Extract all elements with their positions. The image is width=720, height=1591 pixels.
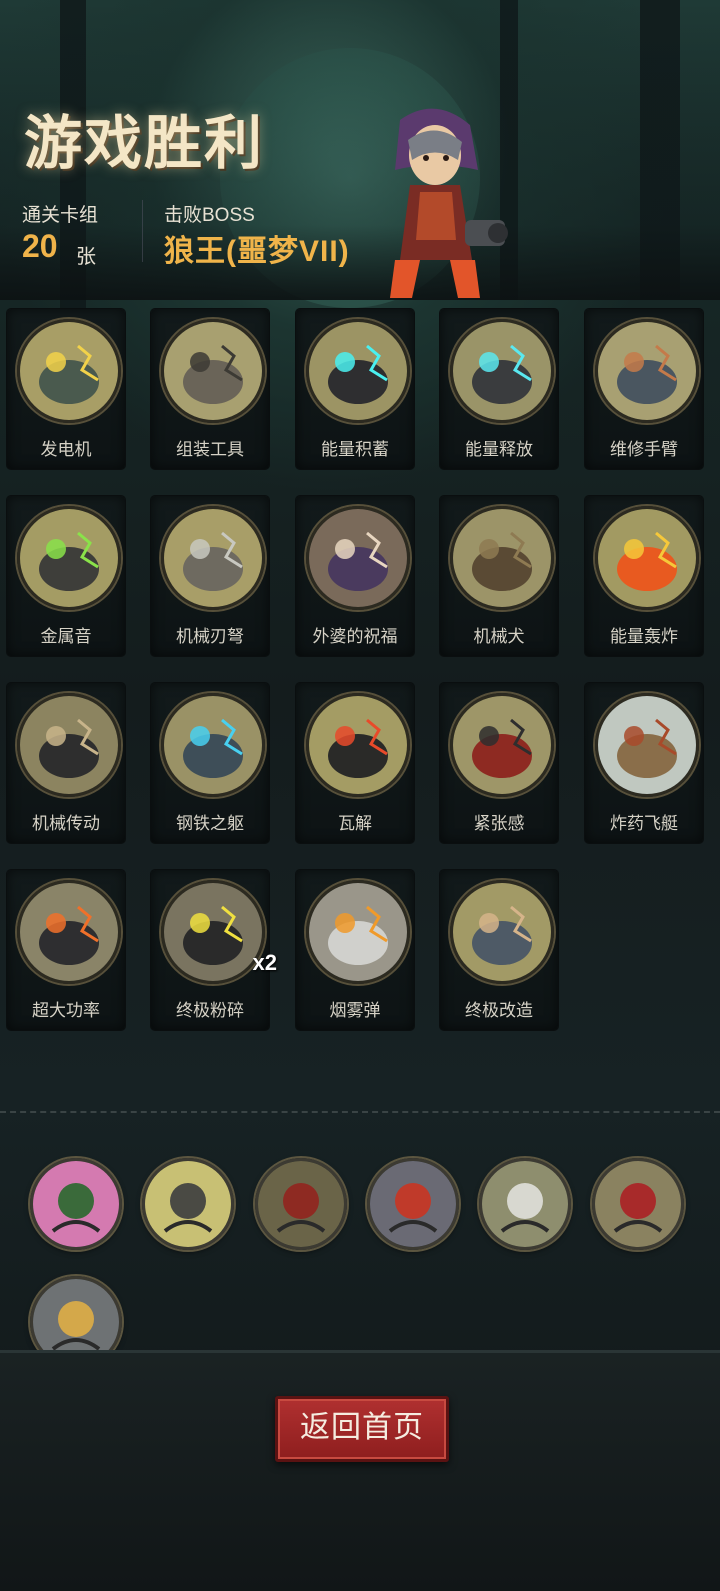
card-count-badge: x2 (252, 950, 277, 975)
energy-charge-icon (306, 319, 410, 423)
card-name: 能量轰炸 (610, 627, 678, 646)
tension-dynamite-icon (450, 693, 554, 797)
deck-card[interactable]: 超大功率 (7, 870, 125, 1030)
card-name: 机械刃弩 (176, 627, 244, 646)
deck-card[interactable]: 发电机 (7, 309, 125, 469)
boss-name: 狼王(噩梦VII) (164, 235, 350, 268)
mech-dog-icon (450, 506, 554, 610)
energy-release-icon (450, 319, 554, 423)
disintegrate-icon (306, 693, 410, 797)
card-name: 炸药飞艇 (610, 814, 678, 833)
ultimate-mod-icon (450, 880, 554, 984)
stat-divider (142, 200, 143, 262)
generator-icon (17, 319, 121, 423)
card-name: 紧张感 (473, 814, 525, 833)
card-name: 机械犬 (473, 627, 525, 646)
deck-card[interactable]: 机械刃弩 (151, 496, 269, 656)
deck-unit: 张 (76, 246, 96, 268)
card-pair-relic-icon[interactable] (255, 1158, 347, 1250)
footer-bar (0, 1350, 720, 1591)
deck-card[interactable]: 烟雾弹 (296, 870, 414, 1030)
card-name: 维修手臂 (610, 440, 678, 459)
tools-icon (161, 319, 265, 423)
boss-label: 击败BOSS (164, 205, 255, 226)
deck-card[interactable]: 钢铁之躯 (151, 683, 269, 843)
deck-card[interactable]: 金属音 (7, 496, 125, 656)
hero-character-icon (390, 108, 508, 298)
metal-horn-icon (17, 506, 121, 610)
deck-card[interactable]: 能量轰炸 (585, 496, 703, 656)
card-name: 能量释放 (465, 440, 533, 459)
card-name: 机械传动 (32, 814, 100, 833)
steel-body-icon (161, 693, 265, 797)
section-divider (0, 1111, 720, 1113)
deck-card[interactable]: x2 终极粉碎 (151, 870, 277, 1030)
card-name: 终极改造 (465, 1001, 533, 1020)
energy-bombard-icon (595, 506, 699, 610)
card-name: 超大功率 (32, 1001, 100, 1020)
overpower-icon (17, 880, 121, 984)
deck-card[interactable]: 瓦解 (296, 683, 414, 843)
return-home-button[interactable]: 返回首页 (275, 1396, 449, 1462)
deck-card[interactable]: 能量积蓄 (296, 309, 414, 469)
dynamite-airship-icon (595, 693, 699, 797)
deck-count: 20 (22, 228, 58, 264)
warrior-relic-icon[interactable] (479, 1158, 571, 1250)
deck-card[interactable]: 机械传动 (7, 683, 125, 843)
deck-card[interactable]: 炸药飞艇 (585, 683, 703, 843)
card-name: 终极粉碎 (176, 1001, 244, 1020)
smoke-bomb-icon (306, 880, 410, 984)
pink-vine-relic-icon[interactable] (30, 1158, 122, 1250)
deck-card[interactable]: 紧张感 (440, 683, 558, 843)
card-name: 瓦解 (338, 814, 372, 833)
card-name: 外婆的祝福 (312, 627, 398, 646)
grandma-blessing-icon (306, 506, 410, 610)
ultimate-crush-icon (161, 880, 265, 984)
card-name: 发电机 (40, 440, 92, 459)
deck-card[interactable]: 终极改造 (440, 870, 558, 1030)
deck-label: 通关卡组 (22, 205, 99, 226)
card-name: 钢铁之躯 (176, 814, 244, 833)
vampire-relic-icon[interactable] (367, 1158, 459, 1250)
repair-arm-icon (595, 319, 699, 423)
mech-drive-icon (17, 693, 121, 797)
card-name: 组装工具 (176, 440, 244, 459)
dracula-relic-icon[interactable] (592, 1158, 684, 1250)
deck-card[interactable]: 组装工具 (151, 309, 269, 469)
card-name: 烟雾弹 (329, 1001, 381, 1020)
deck-card[interactable]: 维修手臂 (585, 309, 703, 469)
deck-card[interactable]: 机械犬 (440, 496, 558, 656)
chain-burst-relic-icon[interactable] (142, 1158, 234, 1250)
card-name: 能量积蓄 (321, 440, 389, 459)
card-name: 金属音 (40, 627, 92, 646)
victory-title: 游戏胜利 (24, 109, 265, 177)
deck-card[interactable]: 能量释放 (440, 309, 558, 469)
blade-crossbow-icon (161, 506, 265, 610)
deck-card[interactable]: 外婆的祝福 (296, 496, 414, 656)
